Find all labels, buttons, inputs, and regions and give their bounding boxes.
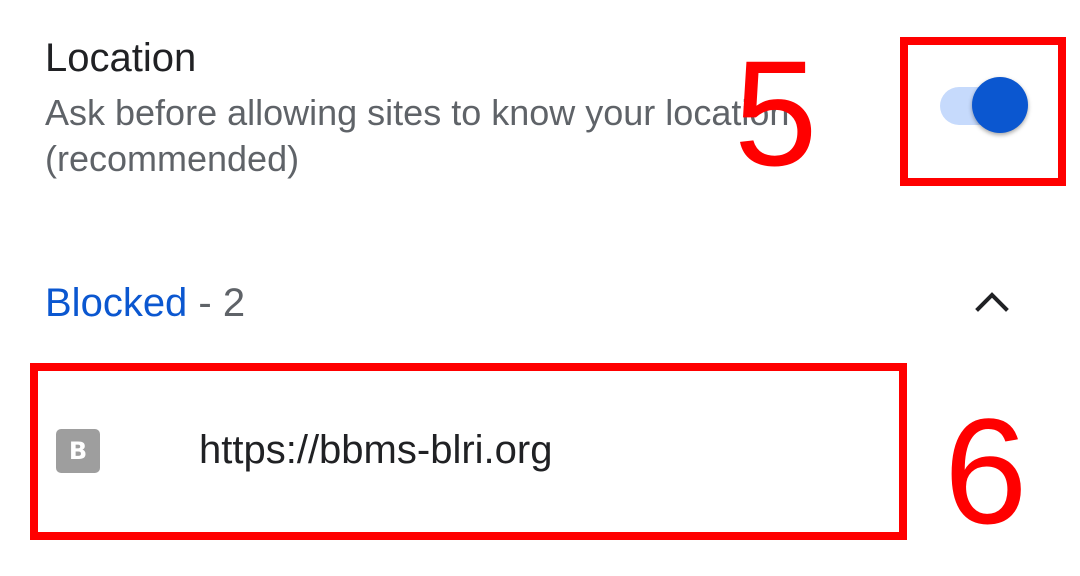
blocked-label: Blocked bbox=[45, 281, 188, 325]
annotation-number-6: 6 bbox=[944, 387, 1028, 555]
location-setting-description: Ask before allowing sites to know your l… bbox=[45, 92, 790, 179]
chevron-up-icon[interactable] bbox=[968, 282, 1016, 322]
site-url: https://bbms-blri.org bbox=[199, 428, 553, 472]
blocked-section-header: Blocked - 2 bbox=[45, 278, 245, 328]
site-favicon-icon: B bbox=[56, 429, 100, 473]
blocked-separator: - bbox=[187, 281, 223, 325]
toggle-thumb bbox=[972, 77, 1028, 133]
blocked-count: 2 bbox=[222, 281, 246, 325]
location-setting-title: Location bbox=[45, 36, 197, 80]
blocked-site-item[interactable]: B https://bbms-blri.org bbox=[36, 372, 896, 532]
location-toggle[interactable] bbox=[938, 76, 1028, 136]
